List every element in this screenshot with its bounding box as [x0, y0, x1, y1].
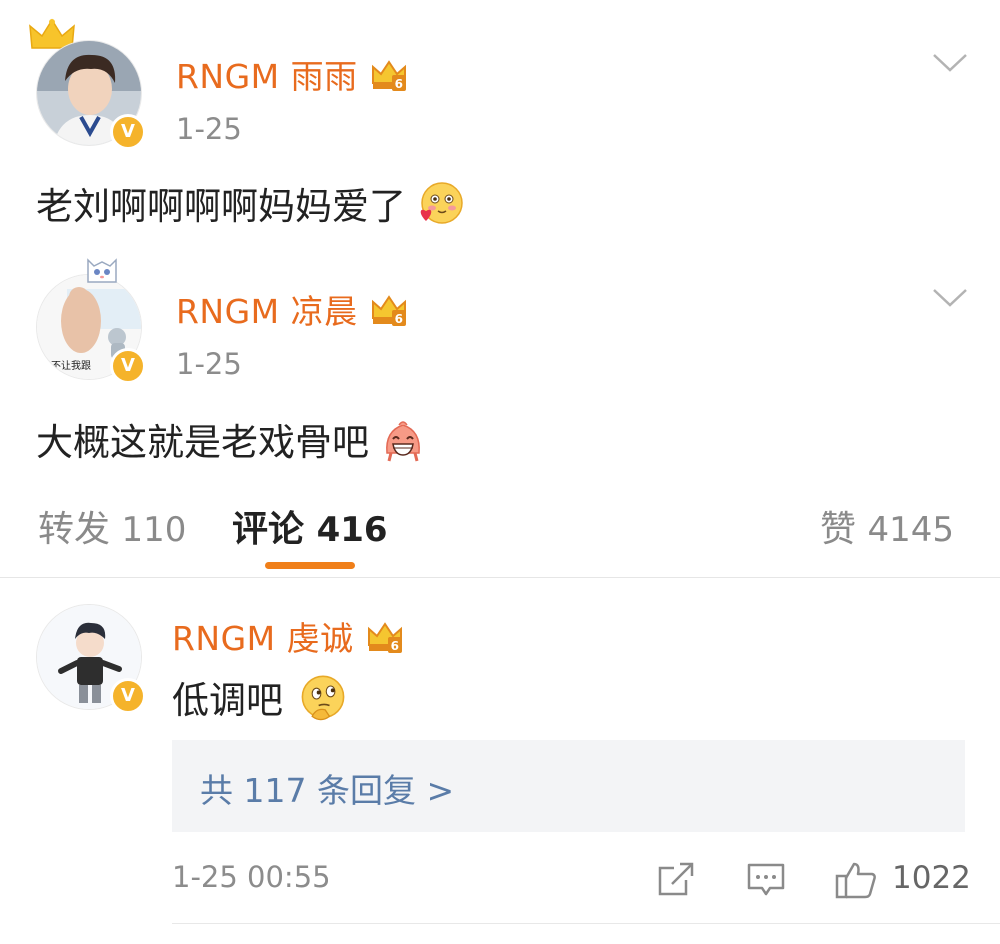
- tab-count: 110: [121, 510, 187, 550]
- post-content: 老刘啊啊啊啊妈妈爱了: [36, 176, 464, 233]
- verified-badge: V: [110, 678, 146, 714]
- avatar[interactable]: V: [36, 40, 146, 150]
- post-date: 1-25: [176, 347, 242, 381]
- verified-badge: V: [110, 114, 146, 150]
- divider: [172, 923, 1000, 924]
- svg-text:6: 6: [394, 77, 403, 91]
- post-content: 大概这就是老戏骨吧: [36, 412, 427, 469]
- chevron-down-icon[interactable]: [932, 287, 968, 309]
- vip-crown-icon: 6: [371, 294, 406, 326]
- chevron-down-icon[interactable]: [932, 52, 968, 74]
- cat-icon: [87, 258, 117, 283]
- comment-timestamp: 1-25 00:55: [172, 860, 331, 894]
- tab-label: 转发: [38, 509, 111, 550]
- comment-text: 低调吧: [172, 679, 283, 722]
- comment-username[interactable]: RNGM 虔诚 6: [172, 612, 404, 660]
- grin-emoji-icon: [386, 420, 420, 461]
- post-item: V RNGM 雨雨 6 1-25 老刘啊啊啊啊妈妈爱了: [0, 0, 1000, 250]
- comment-footer: 1-25 00:55 1022: [172, 858, 971, 902]
- tab-repost[interactable]: 转发 110: [38, 500, 186, 552]
- tab-comments[interactable]: 评论 416: [232, 500, 388, 552]
- share-icon[interactable]: [656, 860, 696, 900]
- username[interactable]: RNGM 凉晨 6: [176, 285, 408, 333]
- username-text[interactable]: RNGM 雨雨: [176, 57, 358, 96]
- verified-badge: V: [110, 348, 146, 384]
- active-tab-indicator: [265, 562, 355, 569]
- post-text: 老刘啊啊啊啊妈妈爱了: [36, 185, 406, 228]
- svg-text:6: 6: [390, 639, 399, 653]
- tab-count: 416: [316, 510, 388, 550]
- comment-content: 低调吧: [172, 670, 349, 729]
- tab-label: 评论: [232, 509, 305, 550]
- view-replies-link[interactable]: 共 117 条回复 >: [200, 764, 454, 812]
- post-text: 大概这就是老戏骨吧: [36, 421, 369, 464]
- tab-bar: 转发 110 评论 416 赞 4145: [0, 490, 1000, 578]
- tab-likes[interactable]: 赞 4145: [820, 500, 954, 552]
- vip-crown-icon: 6: [371, 59, 406, 91]
- tab-label: 赞: [820, 509, 857, 550]
- like-thumb-icon[interactable]: [834, 860, 878, 900]
- username[interactable]: RNGM 雨雨 6: [176, 50, 408, 98]
- avatar[interactable]: 妈不让我跟 V: [36, 258, 146, 384]
- tab-count: 4145: [867, 510, 954, 550]
- username-text[interactable]: RNGM 虔诚: [172, 619, 354, 658]
- vip-crown-icon: 6: [367, 621, 402, 653]
- replies-box[interactable]: 共 117 条回复 >: [172, 740, 965, 832]
- avatar-caption: 妈不让我跟: [41, 359, 91, 372]
- post-date: 1-25: [176, 112, 242, 146]
- post-item: 妈不让我跟 V RNGM 凉晨 6 1-25 大概这就是老戏骨吧: [0, 250, 1000, 490]
- like-count: 1022: [892, 860, 971, 896]
- svg-text:6: 6: [394, 312, 403, 326]
- reply-comment-icon[interactable]: [746, 860, 786, 900]
- blush-heart-emoji-icon: [420, 181, 463, 224]
- avatar[interactable]: V: [36, 604, 146, 714]
- thinking-emoji-icon: [301, 674, 345, 720]
- username-text[interactable]: RNGM 凉晨: [176, 292, 358, 331]
